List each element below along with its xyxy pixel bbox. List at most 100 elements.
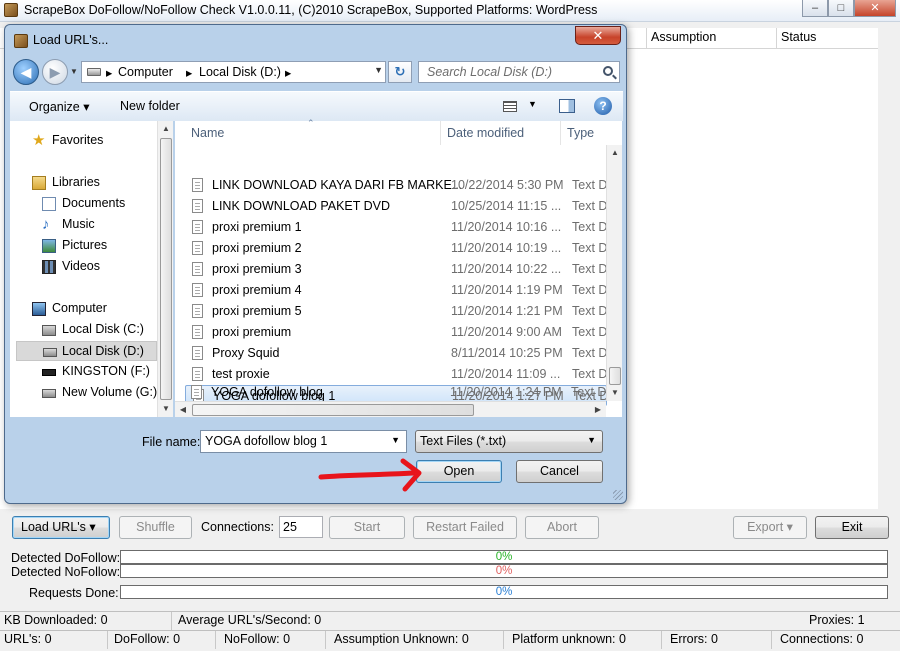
file-list-horizontal-scrollbar[interactable]: ◀ ▶ [175,401,606,417]
nav-item-pictures[interactable]: Pictures [10,236,158,256]
assumption-unknown-count: Assumption Unknown: 0 [330,631,504,649]
nav-item-documents[interactable]: Documents [10,194,158,214]
address-dropdown-icon[interactable]: ▼ [374,65,383,75]
nav-item-libraries[interactable]: Libraries [10,173,158,193]
file-row[interactable]: LINK DOWNLOAD KAYA DARI FB MARKE... 10/22… [185,175,607,196]
scroll-up-icon[interactable]: ▲ [607,145,623,161]
red-arrow-annotation [318,458,422,492]
column-header-type[interactable]: Type [561,121,606,145]
dialog-close-button[interactable]: ✕ [575,26,621,45]
breadcrumb-computer[interactable]: Computer [118,65,173,79]
shuffle-button[interactable]: Shuffle [119,516,192,539]
nav-label: New Volume (G:) [62,385,158,399]
file-type: Text D [572,283,607,297]
connections-input[interactable]: 25 [279,516,323,538]
file-list: Name ⌃ Date modified Type LINK DOWNLOAD … [175,118,622,417]
errors-count: Errors: 0 [666,631,772,649]
file-row[interactable]: Proxy Squid 8/11/2014 10:25 PM Text D [185,343,607,364]
dofollow-value: 0 [173,632,181,646]
nav-item-new-volume-g[interactable]: New Volume (G:) [10,383,158,403]
forward-arrow-icon[interactable]: ▶ [42,59,68,85]
file-row[interactable]: proxi premium 4 11/20/2014 1:19 PM Text D [185,280,607,301]
nav-label: Documents [62,196,126,210]
crumb-separator-icon[interactable]: ▸ [285,65,291,80]
crumb-separator-icon[interactable]: ▸ [106,65,112,80]
preview-pane-icon[interactable] [559,99,575,113]
view-options-icon[interactable] [503,101,517,112]
scroll-down-icon[interactable]: ▼ [158,401,174,417]
file-row[interactable]: LINK DOWNLOAD PAKET DVD 10/25/2014 11:15 … [185,196,607,217]
load-urls-dialog: Load URL's... ✕ ◀ ▶ ▼ ▸ Computer ▸ Local… [4,24,627,504]
nav-label: Videos [62,259,100,273]
file-name: test proxie [212,367,270,381]
abort-button[interactable]: Abort [525,516,599,539]
help-icon[interactable]: ? [594,97,612,115]
chevron-down-icon[interactable]: ▼ [391,435,400,445]
chevron-down-icon[interactable]: ▼ [587,435,596,445]
cancel-button[interactable]: Cancel [516,460,603,483]
library-icon [32,176,46,190]
file-row[interactable]: proxi premium 1 11/20/2014 10:16 ... Text … [185,217,607,238]
new-folder-button[interactable]: New folder [120,99,180,113]
scroll-thumb[interactable] [192,404,474,416]
text-file-icon [192,262,203,276]
nav-item-favorites[interactable]: ★ Favorites [10,131,158,151]
minimize-button[interactable]: – [802,0,828,17]
export-button[interactable]: Export ▾ [733,516,807,539]
scroll-up-icon[interactable]: ▲ [158,121,174,137]
search-icon[interactable] [603,66,613,76]
refresh-icon[interactable]: ↻ [388,61,412,83]
file-row[interactable]: YOGA dofollow blog 11/20/2014 1:24 PM Text… [184,382,606,403]
file-list-vertical-scrollbar[interactable]: ▲ ▼ [606,145,622,401]
restart-failed-button[interactable]: Restart Failed [413,516,517,539]
file-row[interactable]: proxi premium 3 11/20/2014 10:22 ... Text … [185,259,607,280]
scroll-thumb[interactable] [609,367,621,385]
nav-item-local-disk-d[interactable]: Local Disk (D:) [16,341,157,361]
exit-button[interactable]: Exit [815,516,889,539]
scroll-thumb[interactable] [160,138,172,400]
platform-unknown-count: Platform unknown: 0 [508,631,662,649]
file-date: 11/20/2014 1:19 PM [451,283,563,297]
file-row[interactable]: proxi premium 11/20/2014 9:00 AM Text D [185,322,607,343]
scroll-left-icon[interactable]: ◀ [175,402,191,418]
file-row[interactable]: proxi premium 2 11/20/2014 10:19 ... Text … [185,238,607,259]
videos-icon [42,260,56,274]
start-button[interactable]: Start [329,516,405,539]
column-header-status[interactable]: Status [776,28,878,48]
navigation-scrollbar[interactable]: ▲ ▼ [157,121,173,417]
close-button[interactable]: ✕ [854,0,896,17]
organize-menu[interactable]: Organize ▾ [29,99,89,114]
scroll-right-icon[interactable]: ▶ [590,402,606,418]
nav-item-computer[interactable]: Computer [10,299,158,319]
navigation-pane: ★ Favorites Libraries Documents ♪ Music … [10,121,173,417]
column-header-date-modified[interactable]: Date modified [441,121,561,145]
maximize-button[interactable]: □ [828,0,854,17]
file-type-select[interactable]: Text Files (*.txt) ▼ [415,430,603,453]
crumb-separator-icon[interactable]: ▸ [186,65,192,80]
file-type-value: Text Files (*.txt) [420,434,507,448]
nav-item-local-disk-c[interactable]: Local Disk (C:) [10,320,158,340]
file-date: 11/20/2014 10:16 ... [451,220,562,234]
history-dropdown-icon[interactable]: ▼ [70,67,78,76]
text-file-icon [192,346,203,360]
nav-item-videos[interactable]: Videos [10,257,158,277]
back-arrow-icon[interactable]: ◀ [13,59,39,85]
column-header-assumption[interactable]: Assumption [646,28,776,48]
file-name-value: YOGA dofollow blog 1 [205,434,328,448]
view-dropdown-icon[interactable]: ▼ [528,99,537,109]
nofollow-value: 0 [283,632,291,646]
file-name: proxi premium 2 [212,241,302,255]
address-bar[interactable]: ▸ Computer ▸ Local Disk (D:) ▸ ▼ [81,61,386,83]
search-input[interactable]: Search Local Disk (D:) [418,61,620,83]
nav-item-music[interactable]: ♪ Music [10,215,158,235]
file-row[interactable]: proxi premium 5 11/20/2014 1:21 PM Text D [185,301,607,322]
status-bar-bottom: URL's: 0 DoFollow: 0 NoFollow: 0 Assumpt… [0,630,900,651]
nav-item-kingston-f[interactable]: KINGSTON (F:) [10,362,158,382]
window-title: ScrapeBox DoFollow/NoFollow Check V1.0.0… [24,3,598,17]
breadcrumb-local-disk-d[interactable]: Local Disk (D:) [199,65,281,79]
file-name-input[interactable]: YOGA dofollow blog 1 ▼ [200,430,407,453]
load-urls-button[interactable]: Load URL's ▾ [12,516,110,539]
file-date: 11/20/2014 1:24 PM [450,385,562,399]
resize-grip[interactable] [613,490,623,500]
scroll-down-icon[interactable]: ▼ [607,385,623,401]
